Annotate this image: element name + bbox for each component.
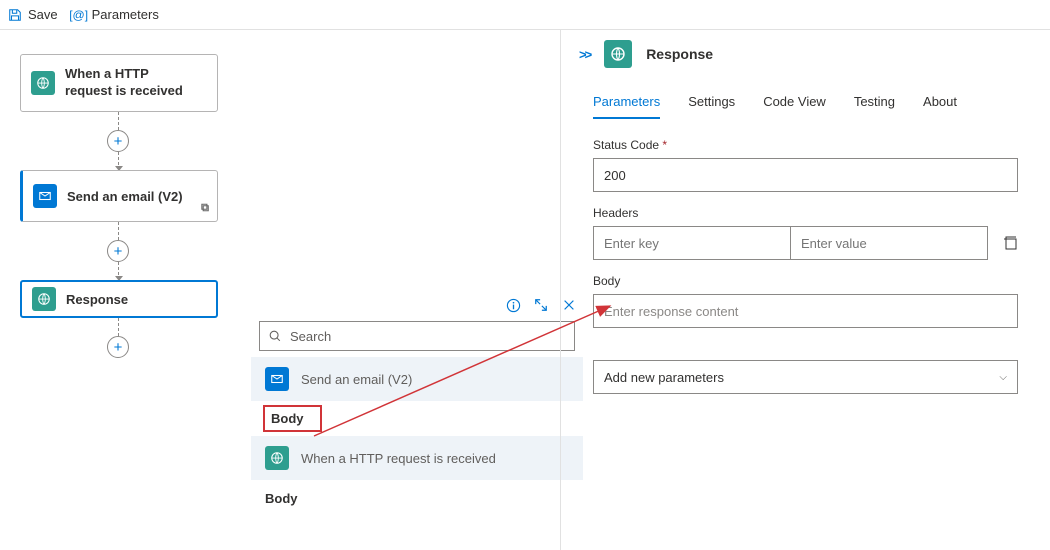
search-input[interactable]: Search: [259, 321, 575, 351]
node-send-email[interactable]: Send an email (V2) ⧉: [20, 170, 218, 222]
parameters-icon: [@]: [72, 8, 86, 22]
tab-about[interactable]: About: [923, 94, 957, 119]
connector: [118, 318, 120, 336]
search-placeholder: Search: [290, 329, 331, 344]
connector: [118, 262, 120, 280]
parameters-button[interactable]: [@] Parameters: [72, 7, 159, 22]
add-step-button[interactable]: +: [107, 240, 129, 262]
collapse-button[interactable]: >>: [579, 47, 590, 62]
node-response[interactable]: Response: [20, 280, 218, 318]
node-email-label: Send an email (V2): [67, 189, 183, 204]
save-icon: [8, 8, 22, 22]
node-response-label: Response: [66, 292, 128, 307]
status-code-input[interactable]: [593, 158, 1018, 192]
list-item-label: When a HTTP request is received: [301, 451, 496, 466]
panel-tabs: Parameters Settings Code View Testing Ab…: [561, 78, 1050, 120]
tab-settings[interactable]: Settings: [688, 94, 735, 119]
body-label[interactable]: Body: [251, 480, 583, 516]
connector: [118, 152, 120, 170]
tab-testing[interactable]: Testing: [854, 94, 895, 119]
connector: [118, 112, 120, 130]
dynamic-content-popup: Search Send an email (V2) Body When a HT…: [250, 288, 584, 517]
search-icon: [268, 329, 282, 343]
globe-icon: [31, 71, 55, 95]
save-button[interactable]: Save: [8, 7, 58, 22]
body-token[interactable]: Body: [263, 405, 322, 432]
body-label: Body: [593, 274, 1018, 288]
list-item[interactable]: Send an email (V2): [251, 357, 583, 401]
globe-icon: [265, 446, 289, 470]
node-http-label: When a HTTP request is received: [65, 66, 197, 100]
node-http-trigger[interactable]: When a HTTP request is received: [20, 54, 218, 112]
add-step-button[interactable]: +: [107, 130, 129, 152]
headers-label: Headers: [593, 206, 1018, 220]
add-parameters-dropdown[interactable]: Add new parameters ⌵: [593, 360, 1018, 394]
header-value-input[interactable]: [790, 226, 988, 260]
expand-icon[interactable]: [533, 297, 549, 313]
globe-icon: [32, 287, 56, 311]
panel-title: Response: [646, 46, 713, 62]
save-label: Save: [28, 7, 58, 22]
parameters-label: Parameters: [92, 7, 159, 22]
status-code-label: Status Code *: [593, 138, 1018, 152]
tab-codeview[interactable]: Code View: [763, 94, 826, 119]
connector: [118, 222, 120, 240]
chevron-down-icon: ⌵: [999, 372, 1007, 383]
add-step-button[interactable]: +: [107, 336, 129, 358]
email-icon: [265, 367, 289, 391]
table-icon[interactable]: [1002, 235, 1018, 251]
info-icon[interactable]: [505, 297, 521, 313]
body-input[interactable]: [593, 294, 1018, 328]
list-item-label: Send an email (V2): [301, 372, 412, 387]
workflow-canvas: When a HTTP request is received + Send a…: [0, 30, 560, 550]
email-icon: [33, 184, 57, 208]
list-item[interactable]: When a HTTP request is received: [251, 436, 583, 480]
dropdown-label: Add new parameters: [604, 370, 724, 385]
link-icon: ⧉: [201, 202, 209, 215]
toolbar: Save [@] Parameters: [0, 0, 1050, 30]
tab-parameters[interactable]: Parameters: [593, 94, 660, 119]
header-key-input[interactable]: [593, 226, 790, 260]
globe-icon: [604, 40, 632, 68]
details-panel: >> Response Parameters Settings Code Vie…: [560, 30, 1050, 550]
